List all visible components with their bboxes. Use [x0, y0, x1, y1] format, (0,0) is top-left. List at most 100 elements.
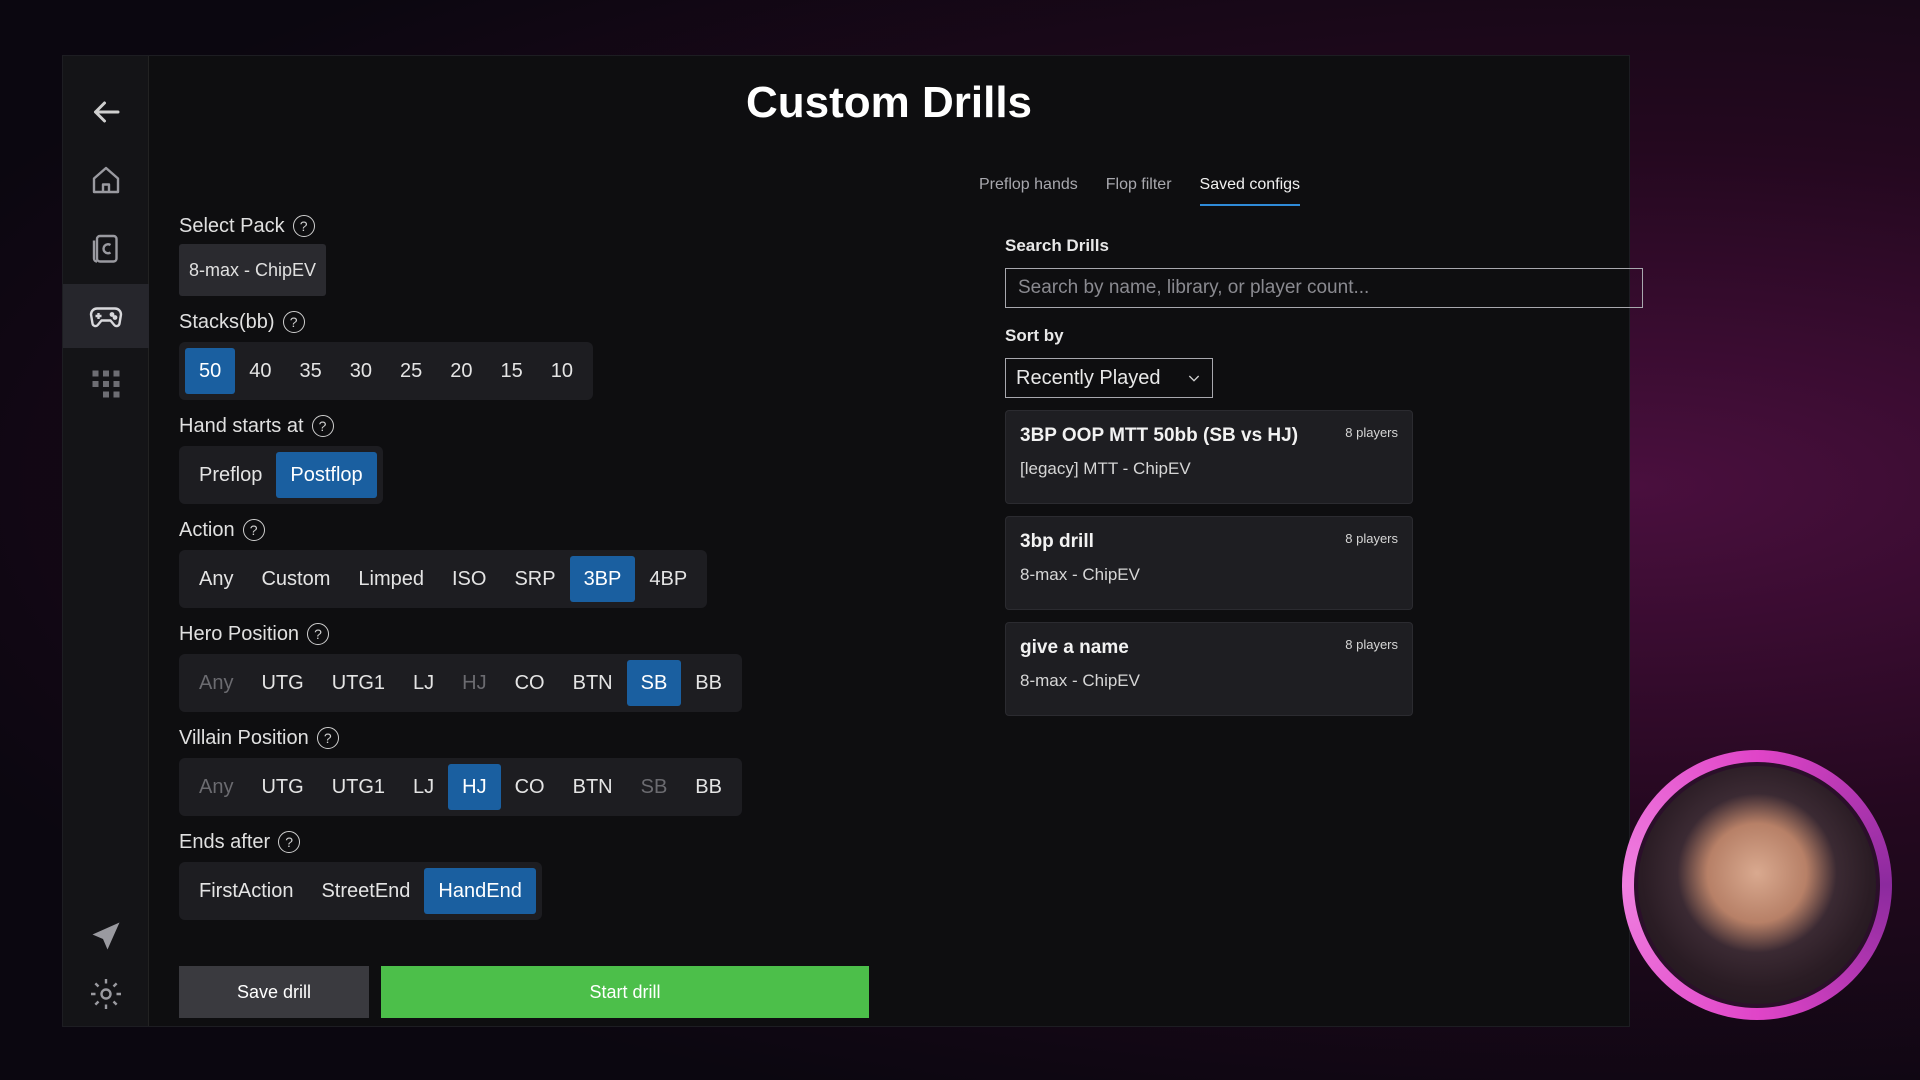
saved-drill-card[interactable]: give a name 8 players 8-max - ChipEV: [1005, 622, 1413, 716]
webcam-avatar: [1622, 750, 1892, 1020]
back-arrow-icon: [94, 101, 120, 123]
tab-preflop-hands[interactable]: Preflop hands: [979, 176, 1078, 206]
home-icon: [92, 166, 120, 194]
webcam-feed: [1634, 762, 1880, 1008]
help-icon[interactable]: ?: [311, 415, 334, 437]
action-option[interactable]: Custom: [247, 556, 344, 602]
stacks-option[interactable]: 50: [185, 348, 236, 394]
villain-option[interactable]: BB: [681, 764, 736, 810]
hero-option[interactable]: CO: [501, 660, 559, 706]
drill-title: 3BP OOP MTT 50bb (SB vs HJ): [1020, 425, 1299, 446]
sidebar: [63, 56, 149, 1026]
action-option[interactable]: 4BP: [635, 556, 701, 602]
sort-dropdown[interactable]: Recently Played: [1005, 358, 1213, 398]
search-input[interactable]: [1005, 268, 1643, 308]
drill-title: give a name: [1020, 637, 1129, 658]
action-option[interactable]: ISO: [438, 556, 500, 602]
ends-after-label: Ends after ?: [179, 828, 301, 856]
hand-starts-option[interactable]: Postflop: [276, 452, 377, 498]
hand-starts-label: Hand starts at ?: [179, 412, 334, 440]
stacks-option[interactable]: 30: [336, 348, 386, 394]
stacks-option[interactable]: 40: [235, 348, 285, 394]
drill-players: 8 players: [1345, 425, 1398, 440]
save-drill-button[interactable]: Save drill: [179, 966, 369, 1018]
help-icon[interactable]: ?: [316, 727, 339, 749]
hero-position-group: Any UTG UTG1 LJ HJ CO BTN SB BB: [179, 654, 742, 712]
stacks-label: Stacks(bb) ?: [179, 308, 305, 336]
villain-option[interactable]: LJ: [399, 764, 448, 810]
back-button[interactable]: [63, 80, 149, 144]
cards-icon: [92, 234, 118, 263]
sort-value: Recently Played: [1016, 366, 1161, 389]
sidebar-item-home[interactable]: [63, 148, 149, 212]
villain-position-label: Villain Position ?: [179, 724, 339, 752]
action-option[interactable]: SRP: [500, 556, 569, 602]
saved-drill-card[interactable]: 3BP OOP MTT 50bb (SB vs HJ) 8 players [l…: [1005, 410, 1413, 504]
action-label: Action ?: [179, 516, 265, 544]
villain-option[interactable]: Any: [185, 764, 247, 810]
sidebar-item-send[interactable]: [63, 904, 149, 968]
app-window: Custom Drills Select Pack ? 8-max - Chip…: [62, 55, 1643, 1027]
ends-option[interactable]: FirstAction: [185, 868, 307, 914]
hand-starts-option[interactable]: Preflop: [185, 452, 276, 498]
villain-option[interactable]: UTG: [247, 764, 317, 810]
hero-option[interactable]: HJ: [448, 660, 500, 706]
villain-option[interactable]: BTN: [559, 764, 627, 810]
hero-position-label: Hero Position ?: [179, 620, 330, 648]
sidebar-item-apps[interactable]: [63, 352, 149, 416]
sort-by-label: Sort by: [1005, 326, 1064, 345]
help-icon[interactable]: ?: [307, 623, 330, 645]
drill-library: 8-max - ChipEV: [1020, 565, 1140, 584]
sidebar-item-cards[interactable]: [63, 216, 149, 280]
settings-icon: [91, 979, 121, 1009]
villain-option[interactable]: CO: [501, 764, 559, 810]
sidebar-item-drills[interactable]: [63, 284, 149, 348]
help-icon[interactable]: ?: [278, 831, 301, 853]
sidebar-item-settings[interactable]: [63, 962, 149, 1026]
action-option[interactable]: Limped: [344, 556, 438, 602]
villain-option[interactable]: UTG1: [318, 764, 399, 810]
villain-position-group: Any UTG UTG1 LJ HJ CO BTN SB BB: [179, 758, 742, 816]
hero-option[interactable]: LJ: [399, 660, 448, 706]
hero-option[interactable]: Any: [185, 660, 247, 706]
hero-option[interactable]: UTG: [247, 660, 317, 706]
action-option[interactable]: Any: [185, 556, 247, 602]
gamepad-icon: [89, 307, 123, 328]
action-group: Any Custom Limped ISO SRP 3BP 4BP: [179, 550, 708, 608]
drill-library: [legacy] MTT - ChipEV: [1020, 459, 1191, 478]
stacks-group: 50 40 35 30 25 20 15 10: [179, 342, 593, 400]
main-content: Custom Drills Select Pack ? 8-max - Chip…: [149, 56, 1643, 1026]
config-tabs: Preflop hands Flop filter Saved configs: [979, 176, 1301, 206]
ends-after-group: FirstAction StreetEnd HandEnd: [179, 862, 542, 920]
action-option[interactable]: 3BP: [569, 556, 636, 602]
villain-option[interactable]: HJ: [448, 764, 501, 810]
ends-option[interactable]: StreetEnd: [307, 868, 424, 914]
help-icon[interactable]: ?: [242, 519, 265, 541]
grid-icon: [92, 370, 120, 398]
page-title: Custom Drills: [745, 78, 1033, 127]
stacks-option[interactable]: 25: [386, 348, 436, 394]
hero-option[interactable]: UTG1: [318, 660, 399, 706]
ends-option[interactable]: HandEnd: [424, 868, 536, 914]
start-drill-button[interactable]: Start drill: [381, 966, 869, 1018]
help-icon[interactable]: ?: [292, 215, 315, 237]
hero-option[interactable]: SB: [626, 660, 682, 706]
stacks-option[interactable]: 10: [537, 348, 587, 394]
send-icon: [92, 922, 120, 950]
saved-drill-card[interactable]: 3bp drill 8 players 8-max - ChipEV: [1005, 516, 1413, 610]
hero-option[interactable]: BTN: [559, 660, 627, 706]
drill-players: 8 players: [1345, 637, 1398, 652]
help-icon[interactable]: ?: [282, 311, 305, 333]
stacks-option[interactable]: 15: [487, 348, 537, 394]
pack-selector[interactable]: 8-max - ChipEV: [179, 244, 327, 296]
drill-players: 8 players: [1345, 531, 1398, 546]
tab-flop-filter[interactable]: Flop filter: [1106, 176, 1172, 206]
villain-option[interactable]: SB: [627, 764, 682, 810]
stacks-option[interactable]: 20: [436, 348, 486, 394]
hero-option[interactable]: BB: [681, 660, 736, 706]
stacks-option[interactable]: 35: [286, 348, 336, 394]
drill-title: 3bp drill: [1020, 531, 1094, 552]
hand-starts-group: Preflop Postflop: [179, 446, 383, 504]
search-drills-label: Search Drills: [1005, 236, 1109, 255]
tab-saved-configs[interactable]: Saved configs: [1199, 176, 1301, 206]
